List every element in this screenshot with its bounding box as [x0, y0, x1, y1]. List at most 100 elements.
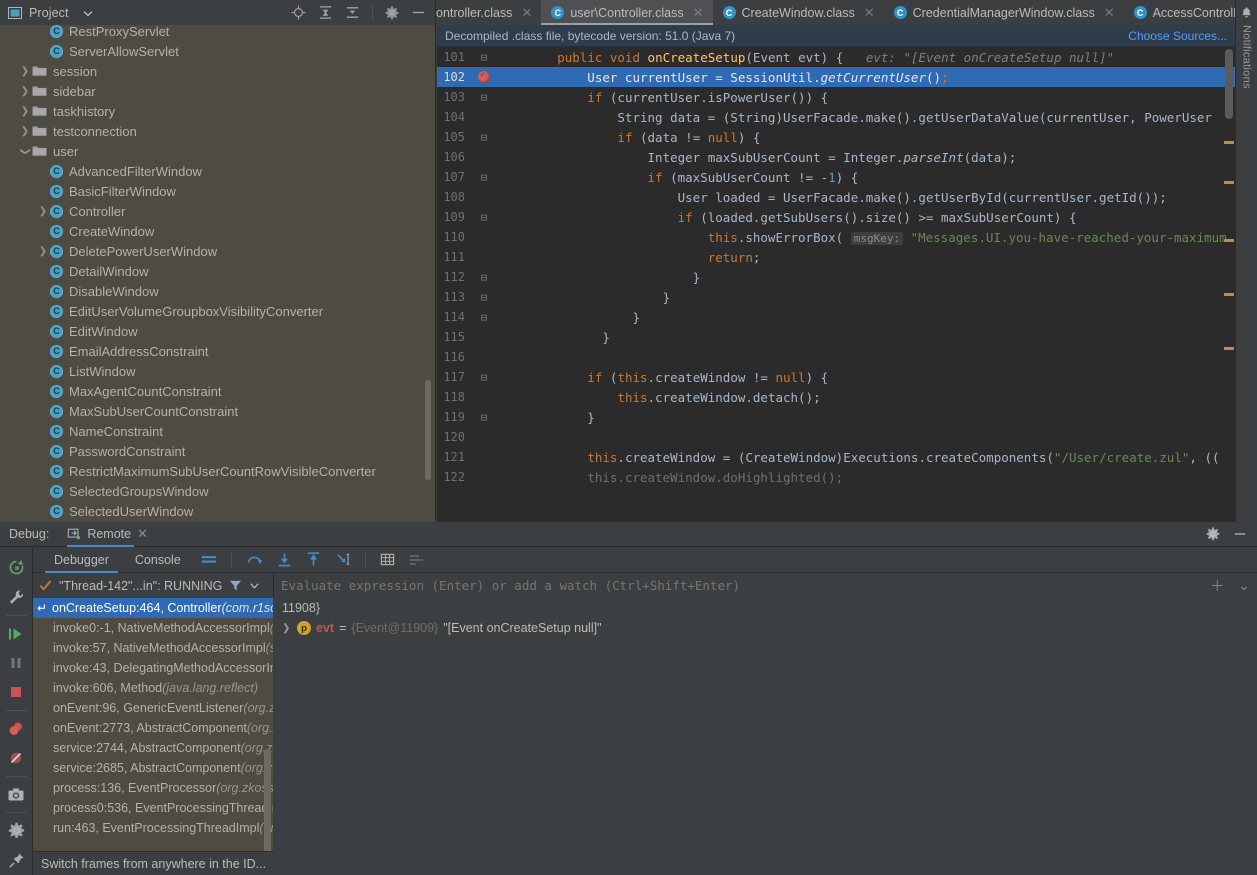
stop-program-icon[interactable]: [0, 678, 33, 707]
step-out-icon[interactable]: [299, 552, 328, 567]
gear-icon[interactable]: [1206, 527, 1220, 541]
filter-icon[interactable]: [229, 579, 242, 592]
close-icon[interactable]: ✕: [693, 5, 704, 21]
code-line-119[interactable]: 119 ⊟ }: [437, 407, 1235, 427]
evaluate-expression-icon[interactable]: [373, 552, 402, 567]
fold-marker-icon[interactable]: ⊟: [471, 211, 497, 224]
stack-frame-row[interactable]: service:2685, AbstractComponent (org.zk: [33, 758, 273, 778]
stack-frame-row[interactable]: onEvent:96, GenericEventListener (org.zk: [33, 698, 273, 718]
tree-item-session[interactable]: ❯ session: [0, 61, 435, 81]
editor-tab-4[interactable]: C AccessControlFi: [1123, 0, 1253, 25]
stack-frame-row[interactable]: invoke:57, NativeMethodAccessorImpl (s: [33, 638, 273, 658]
close-icon[interactable]: ✕: [864, 5, 875, 21]
stack-frame-row[interactable]: invoke:606, Method (java.lang.reflect): [33, 678, 273, 698]
stack-frame-row[interactable]: process0:536, EventProcessingThreadImp: [33, 798, 273, 818]
tree-item-basicfilterwindow[interactable]: C BasicFilterWindow: [0, 181, 435, 201]
tree-item-taskhistory[interactable]: ❯ taskhistory: [0, 101, 435, 121]
chevron-right-icon[interactable]: ❯: [282, 623, 292, 634]
code-line-103[interactable]: 103 ⊟ if (currentUser.isPowerUser()) {: [437, 87, 1235, 107]
code-line-114[interactable]: 114 ⊟ }: [437, 307, 1235, 327]
frames-scrollbar[interactable]: [264, 749, 271, 867]
breakpoint-icon[interactable]: [471, 70, 497, 83]
code-line-106[interactable]: 106 Integer maxSubUserCount = Integer.pa…: [437, 147, 1235, 167]
view-breakpoints-icon[interactable]: [0, 714, 33, 743]
project-tree-panel[interactable]: C RestProxyServlet C ServerAllowServlet ❯ ses…: [0, 25, 436, 522]
code-line-105[interactable]: 105 ⊟ if (data != null) {: [437, 127, 1235, 147]
run-to-cursor-icon[interactable]: [328, 552, 358, 567]
chevron-right-icon[interactable]: ❯: [18, 86, 32, 97]
tree-item-maxagentcountconstraint[interactable]: C MaxAgentCountConstraint: [0, 381, 435, 401]
locate-target-icon[interactable]: [291, 5, 306, 20]
code-line-122[interactable]: 122 this.createWindow.doHighlighted();: [437, 467, 1235, 487]
fold-marker-icon[interactable]: ⊟: [471, 131, 497, 144]
evaluate-expression-bar[interactable]: ＋ ⌄: [273, 573, 1257, 598]
close-icon[interactable]: ✕: [137, 526, 148, 542]
stack-frame-row[interactable]: ↵ onCreateSetup:464, Controller (com.r1so…: [33, 598, 273, 618]
step-into-icon[interactable]: [270, 552, 299, 567]
fold-marker-icon[interactable]: ⊟: [471, 371, 497, 384]
editor-tab-1[interactable]: C user\Controller.class ✕: [541, 0, 713, 25]
frames-panel[interactable]: "Thread-142"...in": RUNNING ↵ onCreateSet…: [33, 573, 307, 875]
evaluate-expression-input[interactable]: [281, 578, 1204, 593]
chevron-right-icon[interactable]: ❯: [18, 126, 32, 137]
code-line-120[interactable]: 120: [437, 427, 1235, 447]
tree-item-user[interactable]: ❯ user: [0, 141, 435, 161]
marker-stripe[interactable]: [1224, 141, 1234, 144]
chevron-down-icon[interactable]: ❯: [20, 144, 31, 158]
hide-panel-icon[interactable]: [411, 5, 426, 20]
tree-item-detailwindow[interactable]: C DetailWindow: [0, 261, 435, 281]
editor-tab-3[interactable]: C CredentialManagerWindow.class ✕: [883, 0, 1124, 25]
rerun-icon[interactable]: [0, 553, 33, 582]
tree-item-sidebar[interactable]: ❯ sidebar: [0, 81, 435, 101]
tree-item-testconnection[interactable]: ❯ testconnection: [0, 121, 435, 141]
code-line-121[interactable]: 121 this.createWindow = (CreateWindow)Ex…: [437, 447, 1235, 467]
tree-item-emailaddressconstraint[interactable]: C EmailAddressConstraint: [0, 341, 435, 361]
code-editor[interactable]: 101 ⊟ public void onCreateSetup(Event evt…: [437, 47, 1235, 522]
fold-marker-icon[interactable]: ⊟: [471, 91, 497, 104]
code-line-113[interactable]: 113 ⊟ }: [437, 287, 1235, 307]
stack-frame-row[interactable]: onEvent:2773, AbstractComponent (org.z: [33, 718, 273, 738]
editor-tab-0[interactable]: ontroller.class ✕: [436, 0, 542, 25]
stack-frame-row[interactable]: service:2744, AbstractComponent (org.zk: [33, 738, 273, 758]
code-line-117[interactable]: 117 ⊟ if (this.createWindow != null) {: [437, 367, 1235, 387]
tree-item-advancedfilterwindow[interactable]: C AdvancedFilterWindow: [0, 161, 435, 181]
code-line-118[interactable]: 118 this.createWindow.detach();: [437, 387, 1235, 407]
marker-stripe[interactable]: [1224, 239, 1234, 242]
code-line-101[interactable]: 101 ⊟ public void onCreateSetup(Event evt…: [437, 47, 1235, 67]
tree-item-deletepoweruserwindow[interactable]: ❯ C DeletePowerUserWindow: [0, 241, 435, 261]
code-line-107[interactable]: 107 ⊟ if (maxSubUserCount != -1) {: [437, 167, 1235, 187]
code-line-104[interactable]: 104 String data = (String)UserFacade.mak…: [437, 107, 1235, 127]
marker-stripe[interactable]: [1224, 293, 1234, 296]
tree-item-selectedgroupswindow[interactable]: C SelectedGroupsWindow: [0, 481, 435, 501]
stack-frame-row[interactable]: invoke:43, DelegatingMethodAccessorIm: [33, 658, 273, 678]
tab-debugger[interactable]: Debugger: [41, 547, 122, 573]
tree-item-edituservolumegroupboxvisibilityconverter[interactable]: C EditUserVolumeGroupboxVisibilityConvert…: [0, 301, 435, 321]
code-line-110[interactable]: 110 this.showErrorBox( msgKey: "Messages…: [437, 227, 1235, 247]
tree-item-createwindow[interactable]: C CreateWindow: [0, 221, 435, 241]
code-line-109[interactable]: 109 ⊟ if (loaded.getSubUsers().size() >= …: [437, 207, 1235, 227]
pin-icon[interactable]: [0, 846, 33, 875]
tree-item-passwordconstraint[interactable]: C PasswordConstraint: [0, 441, 435, 461]
resume-program-icon[interactable]: [0, 619, 33, 648]
chevron-down-icon[interactable]: ⌄: [1231, 577, 1257, 594]
editor-tab-2[interactable]: C CreateWindow.class ✕: [712, 0, 884, 25]
code-line-111[interactable]: 111 return;: [437, 247, 1235, 267]
chevron-down-icon[interactable]: [249, 580, 260, 591]
variables-panel[interactable]: ＋ ⌄ 11908} ❯ pevt = {Event@11909} "[Event…: [273, 573, 1257, 875]
expand-all-icon[interactable]: [318, 5, 333, 20]
code-line-115[interactable]: 115 }: [437, 327, 1235, 347]
marker-stripe[interactable]: [1224, 181, 1234, 184]
chevron-right-icon[interactable]: ❯: [36, 246, 50, 257]
tree-item-editwindow[interactable]: C EditWindow: [0, 321, 435, 341]
code-line-102[interactable]: 102 User currentUser = SessionUtil.getCu…: [437, 67, 1235, 87]
chevron-right-icon[interactable]: ❯: [18, 66, 32, 77]
variable-row[interactable]: ❯ p evt = {Event@11909} "[Event onCreateSe…: [273, 618, 1257, 638]
code-line-112[interactable]: 112 ⊟ }: [437, 267, 1235, 287]
gear-icon[interactable]: [0, 816, 33, 845]
close-icon[interactable]: ✕: [521, 5, 532, 21]
notifications-label[interactable]: Notifications: [1241, 25, 1253, 89]
tree-item-serverallowservlet[interactable]: C ServerAllowServlet: [0, 41, 435, 61]
camera-snapshot-icon[interactable]: [0, 780, 33, 809]
choose-sources-link[interactable]: Choose Sources...: [1128, 29, 1227, 43]
project-tree-scrollbar[interactable]: [425, 380, 431, 480]
